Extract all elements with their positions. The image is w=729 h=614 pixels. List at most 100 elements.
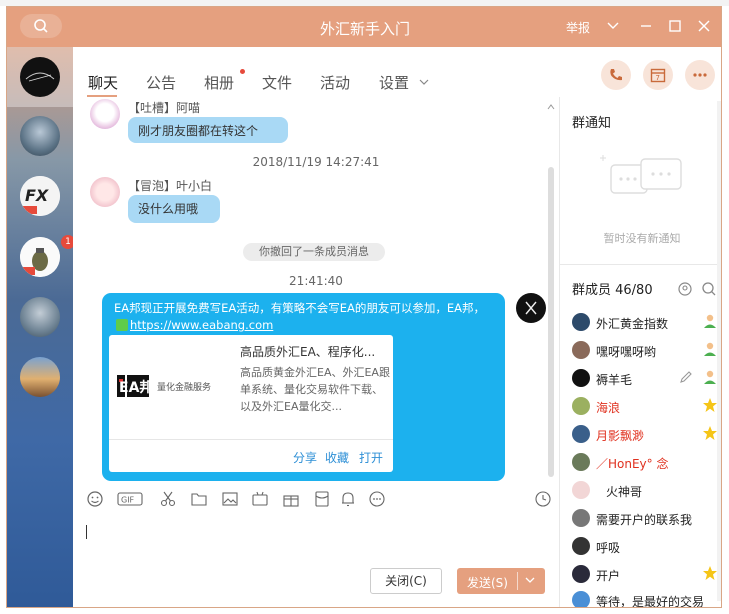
close-button[interactable]: 关闭(C)	[370, 568, 442, 594]
calendar-icon: 7	[650, 68, 666, 83]
card-favorite-button[interactable]: 收藏	[325, 449, 349, 466]
calendar-button[interactable]: 7	[643, 60, 673, 90]
group-tabs: 聊天 公告 相册 文件 活动 设置 7	[73, 47, 721, 97]
screen-share-icon[interactable]	[251, 490, 269, 508]
group-avatar[interactable]: FX	[20, 176, 60, 216]
history-clock-icon[interactable]	[534, 490, 552, 508]
tab-settings[interactable]: 设置	[379, 72, 409, 93]
no-notice-text: 暂时没有新通知	[603, 232, 681, 245]
member-avatar	[572, 397, 590, 415]
member-name: 海浪	[596, 401, 621, 415]
more-button[interactable]	[685, 60, 715, 90]
self-avatar[interactable]	[516, 293, 546, 323]
member-item[interactable]: 呼吸	[572, 537, 721, 557]
maximize-icon[interactable]	[666, 17, 684, 35]
tab-chat[interactable]: 聊天	[88, 72, 118, 93]
group-logo-icon	[25, 72, 55, 82]
red-packet-icon[interactable]	[313, 490, 331, 508]
member-item[interactable]: 外汇黄金指数	[572, 313, 721, 333]
member-item[interactable]: 褥羊毛	[572, 369, 721, 389]
member-name: 外汇黄金指数	[596, 317, 669, 331]
chat-scrollbar[interactable]	[548, 167, 554, 477]
svg-text:FX: FX	[25, 186, 49, 205]
avatar-figure-icon	[525, 301, 537, 315]
eabang-link[interactable]: https://www.eabang.com	[130, 318, 273, 332]
member-item[interactable]: ／HonEy° 念	[572, 453, 721, 473]
group-list-sidebar: FX 1	[7, 47, 75, 607]
member-avatar	[572, 313, 590, 331]
ea-bang-logo: EA邦 量化金融服务	[117, 371, 235, 401]
member-avatar	[572, 537, 590, 555]
edit-pencil-icon[interactable]	[678, 369, 694, 385]
member-item[interactable]: 需要开户的联系我	[572, 509, 721, 529]
member-item[interactable]: 海浪	[572, 397, 721, 417]
chat-messages-area: 【吐槽】阿喵 刚才朋友圈都在转这个 2018/11/19 14:27:41 【冒…	[73, 97, 559, 483]
member-avatar	[572, 369, 590, 387]
scroll-up-icon[interactable]	[547, 103, 555, 111]
card-open-button[interactable]: 打开	[359, 449, 383, 466]
qq-group-window: 外汇新手入门 举报 FX 1 聊天 公告 相册 文件 活动 设置 7 【吐槽】阿…	[6, 6, 722, 608]
image-icon[interactable]	[221, 490, 239, 508]
fx-logo-icon: FX	[20, 176, 60, 216]
member-item[interactable]: 开户	[572, 565, 721, 585]
link-preview-card[interactable]: EA邦 量化金融服务 高品质外汇EA、程序化... 高品质黄金外汇EA、外汇EA…	[109, 335, 393, 472]
tab-announcement[interactable]: 公告	[146, 72, 176, 93]
minimize-icon[interactable]	[637, 17, 655, 35]
message-input[interactable]: 关闭(C) 发送(S)	[73, 515, 559, 607]
tab-album[interactable]: 相册	[204, 72, 234, 93]
scissors-icon[interactable]	[159, 490, 177, 508]
member-name: 需要开户的联系我	[596, 513, 693, 527]
send-label: 发送(S)	[467, 576, 508, 590]
member-settings-icon[interactable]	[677, 281, 693, 297]
gif-icon[interactable]: GIF	[117, 490, 143, 508]
panel-divider	[560, 264, 721, 265]
card-share-button[interactable]: 分享	[293, 449, 317, 466]
member-search-icon[interactable]	[701, 281, 717, 297]
member-name: 褥羊毛	[596, 373, 633, 387]
group-avatar[interactable]: 1	[20, 235, 75, 277]
member-avatar	[572, 509, 590, 527]
more-options-icon[interactable]	[368, 490, 386, 508]
voice-call-button[interactable]	[601, 60, 631, 90]
chevron-down-icon[interactable]	[418, 77, 430, 87]
member-item[interactable]: 嘿呀嘿呀哟	[572, 341, 721, 361]
sender-avatar[interactable]	[90, 177, 120, 207]
tab-activity[interactable]: 活动	[320, 72, 350, 93]
recall-notice: 你撤回了一条成员消息	[243, 243, 385, 261]
logo-text: EA邦	[119, 380, 154, 396]
phone-icon	[610, 69, 622, 81]
input-toolbar: GIF	[73, 483, 559, 515]
report-button[interactable]: 举报	[566, 19, 590, 36]
gift-icon[interactable]	[282, 490, 300, 508]
chevron-down-icon[interactable]	[524, 574, 536, 586]
member-item[interactable]: 月影飘渺	[572, 425, 721, 445]
message-bubble[interactable]: 没什么用哦	[128, 195, 220, 223]
member-name: 开户	[596, 569, 621, 583]
timestamp: 2018/11/19 14:27:41	[252, 155, 380, 169]
message-body: EA邦现正开展免费写EA活动，有策略不会写EA的朋友可以参加，EA邦，	[114, 301, 486, 315]
more-icon	[693, 73, 707, 77]
member-name: 月影飘渺	[596, 429, 645, 443]
close-icon[interactable]	[695, 17, 713, 35]
group-avatar[interactable]	[20, 57, 60, 97]
member-name: 呼吸	[596, 541, 621, 555]
ea-promo-message-bubble[interactable]: EA邦现正开展免费写EA活动，有策略不会写EA的朋友可以参加，EA邦， https…	[102, 293, 505, 481]
group-avatar[interactable]	[20, 357, 60, 397]
message-bubble[interactable]: 刚才朋友圈都在转这个	[128, 117, 288, 143]
member-item[interactable]: 等待，是最好的交易	[572, 591, 721, 607]
member-list-scrollbar[interactable]	[717, 101, 721, 601]
album-new-dot	[240, 69, 245, 74]
send-button[interactable]: 发送(S)	[457, 568, 545, 594]
notice-title: 群通知	[572, 116, 612, 131]
sender-avatar[interactable]	[90, 99, 120, 129]
tab-files[interactable]: 文件	[262, 72, 292, 93]
bell-icon[interactable]	[339, 490, 357, 508]
emoji-icon[interactable]	[86, 490, 104, 508]
member-avatar	[572, 565, 590, 583]
chevron-down-icon[interactable]	[604, 17, 622, 35]
group-avatar[interactable]	[20, 297, 60, 337]
group-avatar[interactable]	[20, 116, 60, 156]
member-avatar	[572, 481, 590, 499]
folder-icon[interactable]	[190, 490, 208, 508]
member-item[interactable]: 火神哥	[572, 481, 721, 501]
